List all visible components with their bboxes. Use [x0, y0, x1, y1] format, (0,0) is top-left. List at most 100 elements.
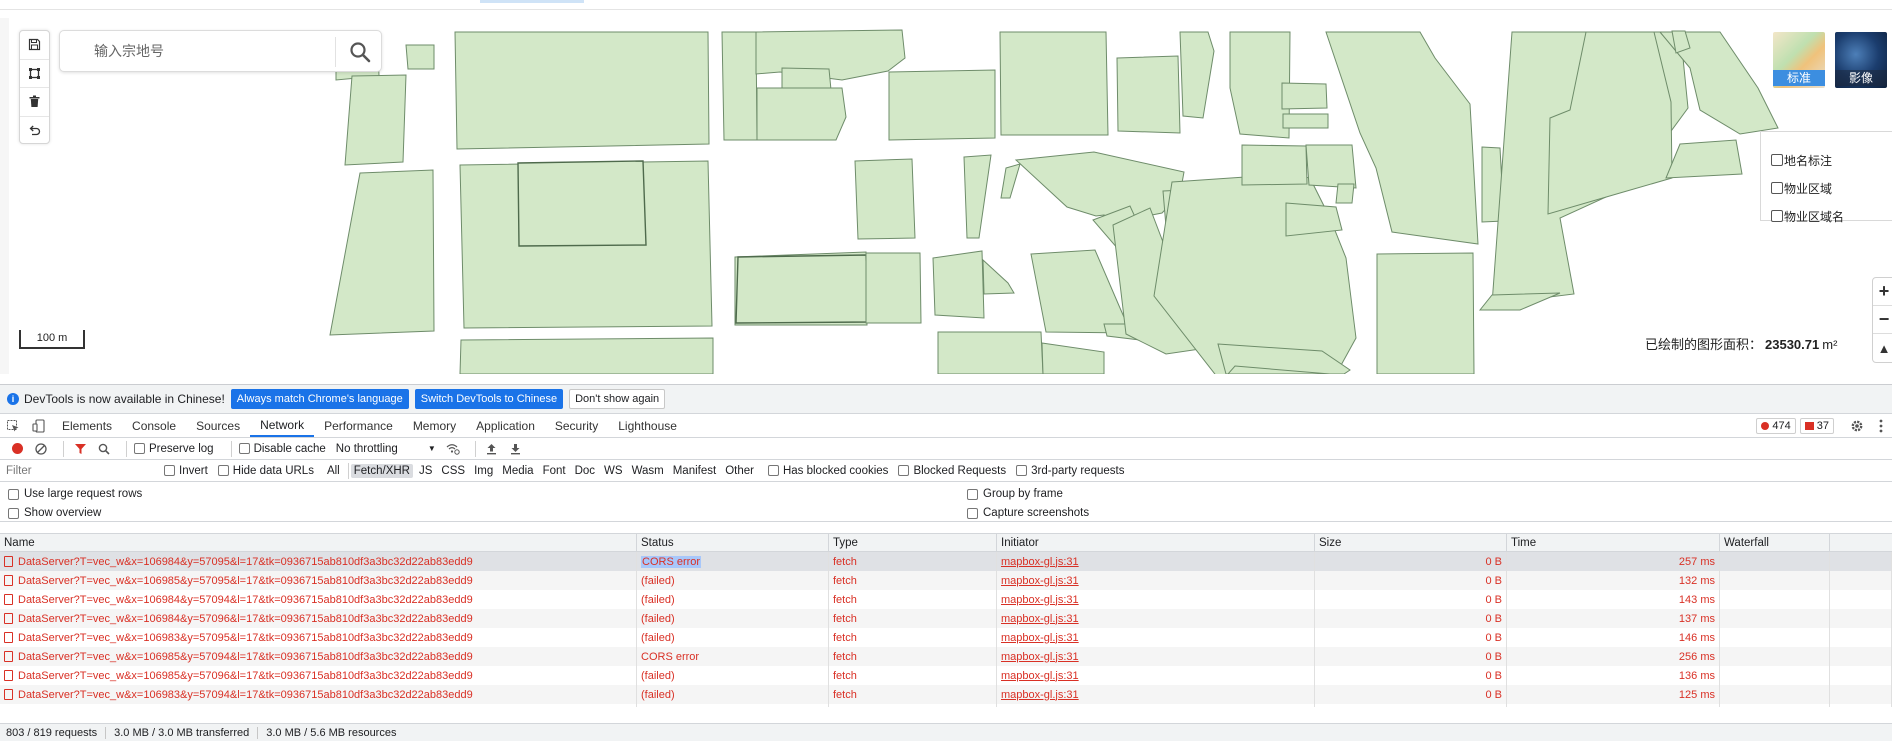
cell-name[interactable]: DataServer?T=vec_w&x=106985&y=57096&l=17… — [0, 666, 637, 685]
disable-cache-checkbox[interactable]: Disable cache — [238, 443, 326, 455]
filter-type-font[interactable]: Font — [540, 464, 569, 478]
warning-count-badge[interactable]: 37 — [1799, 418, 1834, 434]
table-row[interactable]: DataServer?T=vec_w&x=106983&y=57095&l=17… — [0, 628, 1892, 647]
initiator-link[interactable]: mapbox-gl.js:31 — [1001, 651, 1079, 663]
table-row[interactable]: DataServer?T=vec_w&x=106985&y=57094&l=17… — [0, 647, 1892, 666]
third-party-requests-checkbox[interactable]: 3rd-party requests — [1016, 465, 1124, 477]
clear-button[interactable] — [32, 440, 50, 458]
show-overview-checkbox[interactable]: Show overview — [8, 507, 101, 519]
layer-toggle-place-names[interactable]: 地名标注 — [1771, 150, 1832, 170]
switch-to-chinese-button[interactable]: Switch DevTools to Chinese — [414, 389, 564, 409]
checkbox[interactable] — [767, 465, 779, 476]
column-header-waterfall[interactable]: Waterfall — [1720, 534, 1830, 551]
filter-type-manifest[interactable]: Manifest — [670, 464, 719, 478]
basemap-satellite-option[interactable]: 影像 — [1835, 32, 1887, 88]
basemap-standard-option[interactable]: 标准 — [1773, 32, 1825, 88]
initiator-link[interactable]: mapbox-gl.js:31 — [1001, 575, 1079, 587]
checkbox[interactable] — [164, 465, 175, 476]
search-button[interactable] — [345, 37, 375, 67]
parcel-search-input[interactable] — [70, 37, 390, 65]
undo-button[interactable] — [20, 117, 49, 146]
checkbox[interactable] — [8, 507, 19, 519]
initiator-link[interactable]: mapbox-gl.js:31 — [1001, 613, 1079, 625]
checkbox[interactable] — [238, 443, 250, 454]
more-options-button[interactable] — [1872, 417, 1890, 435]
column-header-size[interactable]: Size — [1315, 534, 1507, 551]
settings-button[interactable] — [1848, 417, 1866, 435]
table-row[interactable]: DataServer?T=vec_w&x=106985&y=57096&l=17… — [0, 666, 1892, 685]
hide-data-urls-checkbox[interactable]: Hide data URLs — [217, 465, 314, 477]
has-blocked-cookies-checkbox[interactable]: Has blocked cookies — [767, 465, 888, 477]
column-header-status[interactable]: Status — [637, 534, 829, 551]
initiator-link[interactable]: mapbox-gl.js:31 — [1001, 556, 1079, 568]
tab-lighthouse[interactable]: Lighthouse — [608, 414, 687, 437]
checkbox[interactable] — [217, 465, 229, 476]
cell-name[interactable]: DataServer?T=vec_w&x=106985&y=57095&l=17… — [0, 571, 637, 590]
compass-button[interactable]: ▲ — [1873, 334, 1892, 362]
draw-polygon-button[interactable] — [20, 60, 49, 88]
filter-type-css[interactable]: CSS — [438, 464, 468, 478]
map-canvas[interactable]: 标准 影像 地名标注 物业区域 物业区域名 + − ▲ 100 m 已绘制的图形… — [0, 18, 1892, 374]
tab-security[interactable]: Security — [545, 414, 608, 437]
filter-type-fetch-xhr[interactable]: Fetch/XHR — [350, 463, 413, 478]
layer-toggle-property-area[interactable]: 物业区域 — [1771, 178, 1832, 198]
import-har-button[interactable] — [483, 440, 501, 458]
filter-type-all[interactable]: All — [324, 464, 343, 478]
filter-type-ws[interactable]: WS — [601, 464, 626, 478]
filter-type-media[interactable]: Media — [499, 464, 536, 478]
error-count-badge[interactable]: 474 — [1756, 418, 1796, 434]
cell-name[interactable]: DataServer?T=vec_w&x=106984&y=57096&l=17… — [0, 609, 637, 628]
delete-drawing-button[interactable] — [20, 88, 49, 117]
initiator-link[interactable]: mapbox-gl.js:31 — [1001, 632, 1079, 644]
initiator-link[interactable]: mapbox-gl.js:31 — [1001, 689, 1079, 701]
table-row[interactable]: DataServer?T=vec_w&x=106984&y=57096&l=17… — [0, 609, 1892, 628]
layer-toggle-property-area-name[interactable]: 物业区域名 — [1771, 206, 1844, 226]
filter-type-img[interactable]: Img — [471, 464, 496, 478]
filter-input[interactable] — [4, 461, 152, 480]
invert-checkbox[interactable]: Invert — [164, 465, 208, 477]
checkbox[interactable] — [967, 488, 978, 500]
cell-name[interactable]: DataServer?T=vec_w&x=106983&y=57095&l=17… — [0, 628, 637, 647]
table-row[interactable]: DataServer?T=vec_w&x=106983&y=57096&l=17… — [0, 704, 1892, 707]
tab-memory[interactable]: Memory — [403, 414, 466, 437]
tab-performance[interactable]: Performance — [314, 414, 403, 437]
tab-network[interactable]: Network — [250, 414, 315, 437]
column-header-initiator[interactable]: Initiator — [997, 534, 1315, 551]
checkbox[interactable] — [134, 443, 145, 454]
network-conditions-button[interactable] — [444, 440, 462, 458]
checkbox[interactable] — [1771, 154, 1783, 166]
device-toolbar-button[interactable] — [26, 414, 52, 437]
filter-type-other[interactable]: Other — [722, 464, 757, 478]
export-har-button[interactable] — [507, 440, 525, 458]
checkbox[interactable] — [1771, 210, 1783, 222]
table-row[interactable]: DataServer?T=vec_w&x=106984&y=57095&l=17… — [0, 552, 1892, 571]
record-button[interactable] — [8, 440, 26, 458]
checkbox[interactable] — [898, 465, 910, 476]
cell-name[interactable]: DataServer?T=vec_w&x=106984&y=57094&l=17… — [0, 590, 637, 609]
zoom-in-button[interactable]: + — [1873, 278, 1892, 306]
preserve-log-checkbox[interactable]: Preserve log — [134, 443, 214, 455]
checkbox[interactable] — [967, 507, 978, 519]
filter-toggle-button[interactable] — [71, 440, 89, 458]
checkbox[interactable] — [1771, 182, 1783, 194]
dont-show-again-button[interactable]: Don't show again — [569, 389, 666, 409]
table-row[interactable]: DataServer?T=vec_w&x=106985&y=57095&l=17… — [0, 571, 1892, 590]
table-row[interactable]: DataServer?T=vec_w&x=106984&y=57094&l=17… — [0, 590, 1892, 609]
initiator-link[interactable]: mapbox-gl.js:31 — [1001, 670, 1079, 682]
inspect-element-button[interactable] — [0, 414, 26, 437]
column-header-time[interactable]: Time — [1507, 534, 1720, 551]
large-rows-checkbox[interactable]: Use large request rows — [8, 488, 142, 500]
column-header-name[interactable]: Name — [0, 534, 637, 551]
capture-screenshots-checkbox[interactable]: Capture screenshots — [967, 507, 1089, 519]
checkbox[interactable] — [1016, 465, 1028, 476]
initiator-link[interactable]: mapbox-gl.js:31 — [1001, 594, 1079, 606]
tab-elements[interactable]: Elements — [52, 414, 122, 437]
filter-type-js[interactable]: JS — [416, 464, 435, 478]
save-drawing-button[interactable] — [20, 31, 49, 60]
always-match-language-button[interactable]: Always match Chrome's language — [230, 389, 409, 409]
column-header-type[interactable]: Type — [829, 534, 997, 551]
cell-name[interactable]: DataServer?T=vec_w&x=106984&y=57095&l=17… — [0, 552, 637, 571]
tab-sources[interactable]: Sources — [186, 414, 250, 437]
tab-console[interactable]: Console — [122, 414, 186, 437]
throttling-select[interactable]: No throttling ▼ — [336, 443, 436, 455]
